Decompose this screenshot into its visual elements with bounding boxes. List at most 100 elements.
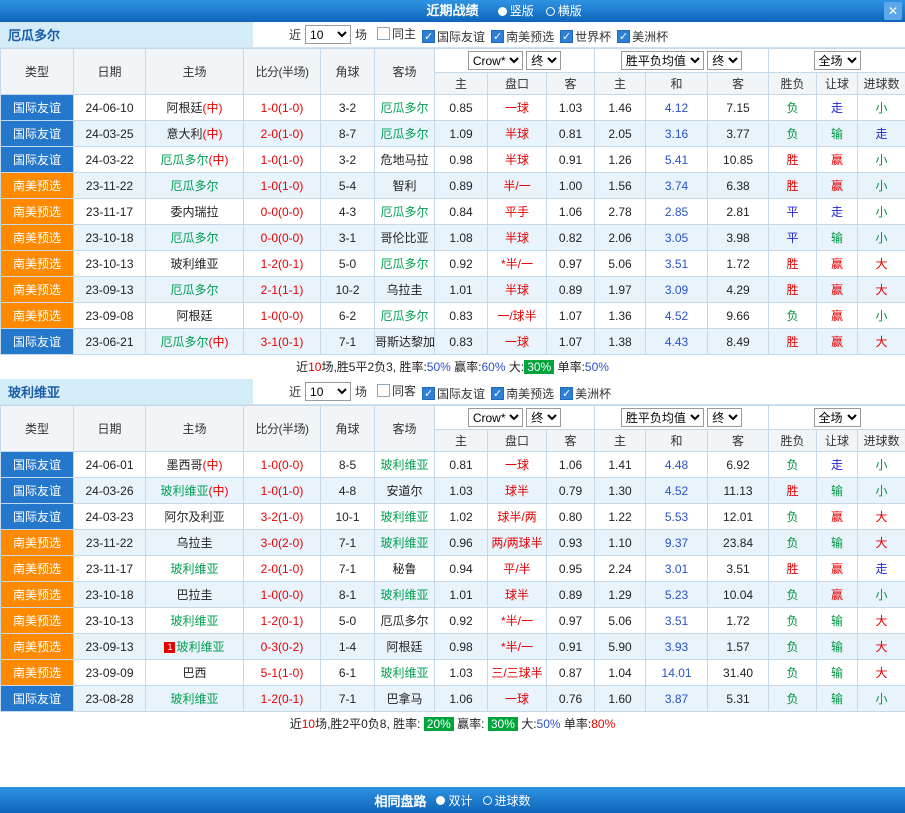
odds-home-cell: 1.03	[435, 660, 488, 686]
result-cell: 负	[769, 95, 817, 121]
filter-checkbox-国际友谊[interactable]: ✓国际友谊	[422, 385, 485, 402]
match-row: 国际友谊24-03-22厄瓜多尔(中)1-0(1-0)3-2危地马拉0.98半球…	[1, 147, 905, 173]
result-cell: 负	[769, 504, 817, 530]
away-team-cell: 乌拉圭	[375, 277, 435, 303]
odds-company-select[interactable]: Crow*	[468, 408, 523, 427]
match-count-select[interactable]: 10	[305, 382, 351, 401]
odds-final-select[interactable]: 终	[526, 408, 561, 427]
odds-away-cell: 1.03	[547, 95, 595, 121]
corners-cell: 10-1	[321, 504, 375, 530]
avg-mode-select[interactable]: 胜平负均值	[621, 408, 704, 427]
match-row: 南美预选23-09-13厄瓜多尔2-1(1-1)10-2乌拉圭1.01半球0.8…	[1, 277, 905, 303]
filter-checkbox-同客[interactable]: 同客	[377, 382, 416, 399]
avg-away-cell: 6.92	[708, 452, 769, 478]
match-row: 国际友谊24-03-25意大利(中)2-0(1-0)8-7厄瓜多尔1.09半球0…	[1, 121, 905, 147]
match-date-cell: 23-11-22	[74, 530, 146, 556]
filter-checkbox-美洲杯[interactable]: ✓美洲杯	[617, 28, 668, 45]
result-cell: 负	[769, 608, 817, 634]
odds-home-cell: 0.96	[435, 530, 488, 556]
filter-checkbox-同主[interactable]: 同主	[377, 25, 416, 42]
odds-line-cell: 一/球半	[488, 303, 547, 329]
radio-double-count[interactable]: 双计	[436, 792, 472, 809]
avg-away-cell: 10.85	[708, 147, 769, 173]
handicap-result-cell: 赢	[817, 251, 858, 277]
score-cell: 1-2(0-1)	[244, 251, 321, 277]
home-team-cell: 墨西哥(中)	[146, 452, 244, 478]
match-row: 南美预选23-10-13玻利维亚1-2(0-1)5-0厄瓜多尔0.92*半/一0…	[1, 608, 905, 634]
avg-home-cell: 5.90	[595, 634, 646, 660]
away-team-cell: 玻利维亚	[375, 452, 435, 478]
col-date: 日期	[74, 49, 146, 95]
col-corners: 角球	[321, 49, 375, 95]
home-team-cell: 委内瑞拉	[146, 199, 244, 225]
odds-line-cell: 平手	[488, 199, 547, 225]
score-cell: 0-3(0-2)	[244, 634, 321, 660]
match-row: 南美预选23-11-17玻利维亚2-0(1-0)7-1秘鲁0.94平/半0.95…	[1, 556, 905, 582]
odds-away-cell: 0.80	[547, 504, 595, 530]
team-section-ecuador: 厄瓜多尔 近 10 场 同主✓国际友谊✓南美预选✓世界杯✓美洲杯 类型 日期 主…	[0, 22, 905, 379]
home-team-cell: 巴拉圭	[146, 582, 244, 608]
match-date-cell: 23-11-17	[74, 556, 146, 582]
result-cell: 负	[769, 634, 817, 660]
result-cell: 负	[769, 582, 817, 608]
avg-draw-cell: 5.41	[646, 147, 708, 173]
match-date-cell: 23-09-13	[74, 277, 146, 303]
result-cell: 胜	[769, 251, 817, 277]
away-team-cell: 哥斯达黎加	[375, 329, 435, 355]
result-cell: 胜	[769, 329, 817, 355]
avg-home-cell: 1.26	[595, 147, 646, 173]
home-team-cell: 1玻利维亚	[146, 634, 244, 660]
score-cell: 2-0(1-0)	[244, 556, 321, 582]
goals-result-cell: 大	[858, 530, 905, 556]
avg-home-cell: 5.06	[595, 251, 646, 277]
match-type-cell: 南美预选	[1, 660, 74, 686]
radio-goal-count[interactable]: 进球数	[483, 792, 531, 809]
match-count-select[interactable]: 10	[305, 25, 351, 44]
filter-checkbox-南美预选[interactable]: ✓南美预选	[491, 385, 554, 402]
result-cell: 胜	[769, 173, 817, 199]
odds-home-cell: 1.08	[435, 225, 488, 251]
odds-away-cell: 1.00	[547, 173, 595, 199]
avg-away-cell: 3.98	[708, 225, 769, 251]
filter-checkbox-美洲杯[interactable]: ✓美洲杯	[560, 385, 611, 402]
goals-result-cell: 大	[858, 277, 905, 303]
team-name: 玻利维亚	[0, 379, 253, 404]
avg-final-select[interactable]: 终	[707, 51, 742, 70]
avg-away-cell: 1.72	[708, 251, 769, 277]
avg-away-cell: 12.01	[708, 504, 769, 530]
filter-checkbox-世界杯[interactable]: ✓世界杯	[560, 28, 611, 45]
match-row: 南美预选23-11-22乌拉圭3-0(2-0)7-1玻利维亚0.96两/两球半0…	[1, 530, 905, 556]
avg-draw-cell: 3.93	[646, 634, 708, 660]
avg-mode-select[interactable]: 胜平负均值	[621, 51, 704, 70]
away-team-cell: 阿根廷	[375, 634, 435, 660]
avg-away-cell: 2.81	[708, 199, 769, 225]
goals-result-cell: 小	[858, 582, 905, 608]
match-date-cell: 24-06-10	[74, 95, 146, 121]
scope-select-group: 全场	[769, 49, 905, 73]
avg-final-select[interactable]: 终	[707, 408, 742, 427]
corners-cell: 6-2	[321, 303, 375, 329]
match-row: 国际友谊24-03-23阿尔及利亚3-2(1-0)10-1玻利维亚1.02球半/…	[1, 504, 905, 530]
unchecked-checkbox-icon	[377, 27, 390, 40]
scope-select[interactable]: 全场	[814, 408, 861, 427]
match-type-cell: 南美预选	[1, 303, 74, 329]
radio-horizontal-layout[interactable]: 横版	[546, 0, 582, 22]
score-cell: 0-0(0-0)	[244, 199, 321, 225]
filter-checkbox-南美预选[interactable]: ✓南美预选	[491, 28, 554, 45]
avg-away-cell: 3.51	[708, 556, 769, 582]
layout-radio-group: 竖版 横版	[498, 0, 582, 22]
scope-select[interactable]: 全场	[814, 51, 861, 70]
close-icon[interactable]: ✕	[884, 2, 902, 20]
radio-vertical-layout[interactable]: 竖版	[498, 0, 534, 22]
checked-checkbox-icon: ✓	[560, 387, 573, 400]
col-avg-draw: 和	[646, 430, 708, 452]
away-team-cell: 厄瓜多尔	[375, 95, 435, 121]
match-date-cell: 23-10-13	[74, 608, 146, 634]
odds-final-select[interactable]: 终	[526, 51, 561, 70]
match-row: 南美预选23-11-17委内瑞拉0-0(0-0)4-3厄瓜多尔0.84平手1.0…	[1, 199, 905, 225]
filter-checkbox-国际友谊[interactable]: ✓国际友谊	[422, 28, 485, 45]
home-team-cell: 阿尔及利亚	[146, 504, 244, 530]
odds-away-cell: 0.91	[547, 634, 595, 660]
odds-company-select[interactable]: Crow*	[468, 51, 523, 70]
avg-draw-cell: 2.85	[646, 199, 708, 225]
